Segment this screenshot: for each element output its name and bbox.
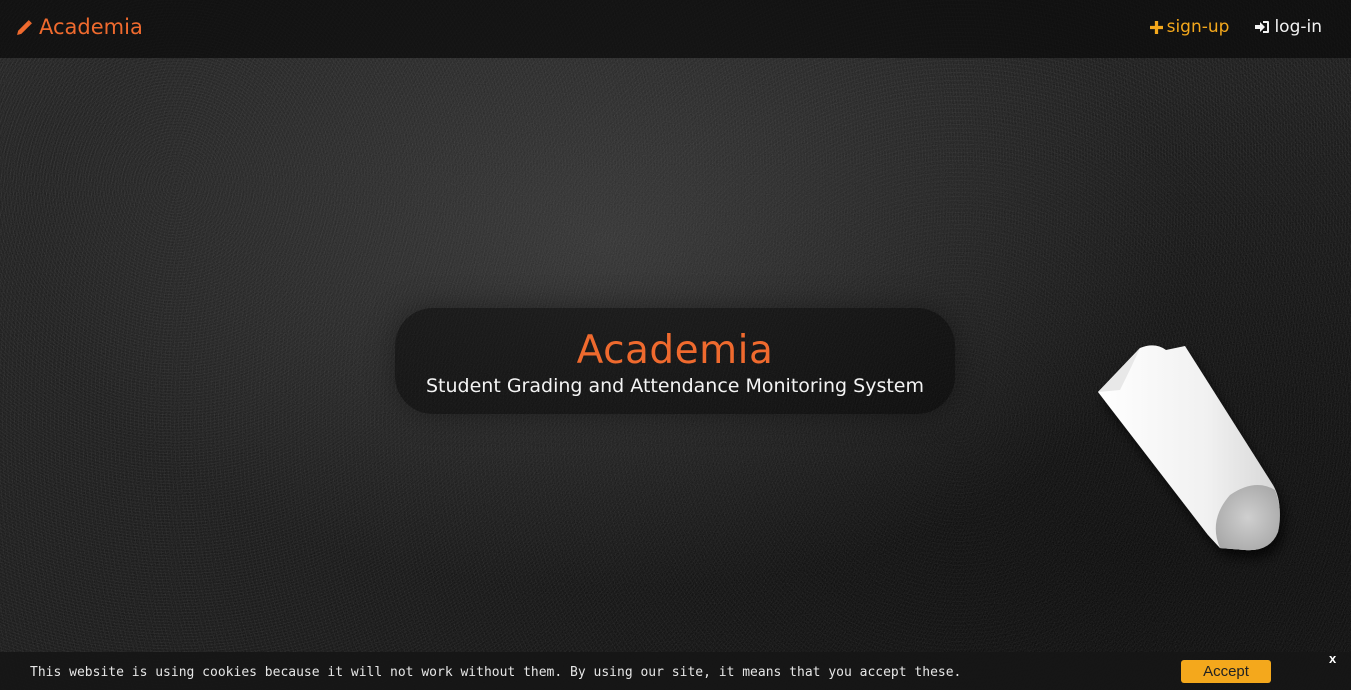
pencil-icon [16, 19, 33, 36]
sign-up-label: sign-up [1166, 17, 1230, 37]
hero-title: Academia [576, 328, 774, 373]
hero-headline: Academia Student Grading and Attendance … [395, 308, 955, 414]
landing-page: Academia sign-up log-in Academia Student… [0, 0, 1351, 690]
plus-icon [1149, 20, 1163, 34]
top-navbar: Academia sign-up log-in [0, 0, 1351, 58]
hero-subtitle: Student Grading and Attendance Monitorin… [426, 375, 924, 397]
sign-up-link[interactable]: sign-up [1149, 17, 1230, 37]
log-in-label: log-in [1274, 17, 1322, 37]
cookie-banner: This website is using cookies because it… [0, 652, 1351, 690]
accept-cookies-button[interactable]: Accept [1181, 660, 1271, 683]
brand-link[interactable]: Academia [16, 15, 143, 39]
chalk-image [1098, 345, 1280, 551]
close-banner-button[interactable]: x [1329, 652, 1336, 666]
log-in-link[interactable]: log-in [1255, 17, 1322, 37]
brand-label: Academia [39, 15, 143, 39]
cookie-message: This website is using cookies because it… [30, 665, 962, 680]
sign-in-icon [1255, 20, 1270, 34]
nav-links: sign-up log-in [1149, 17, 1322, 37]
